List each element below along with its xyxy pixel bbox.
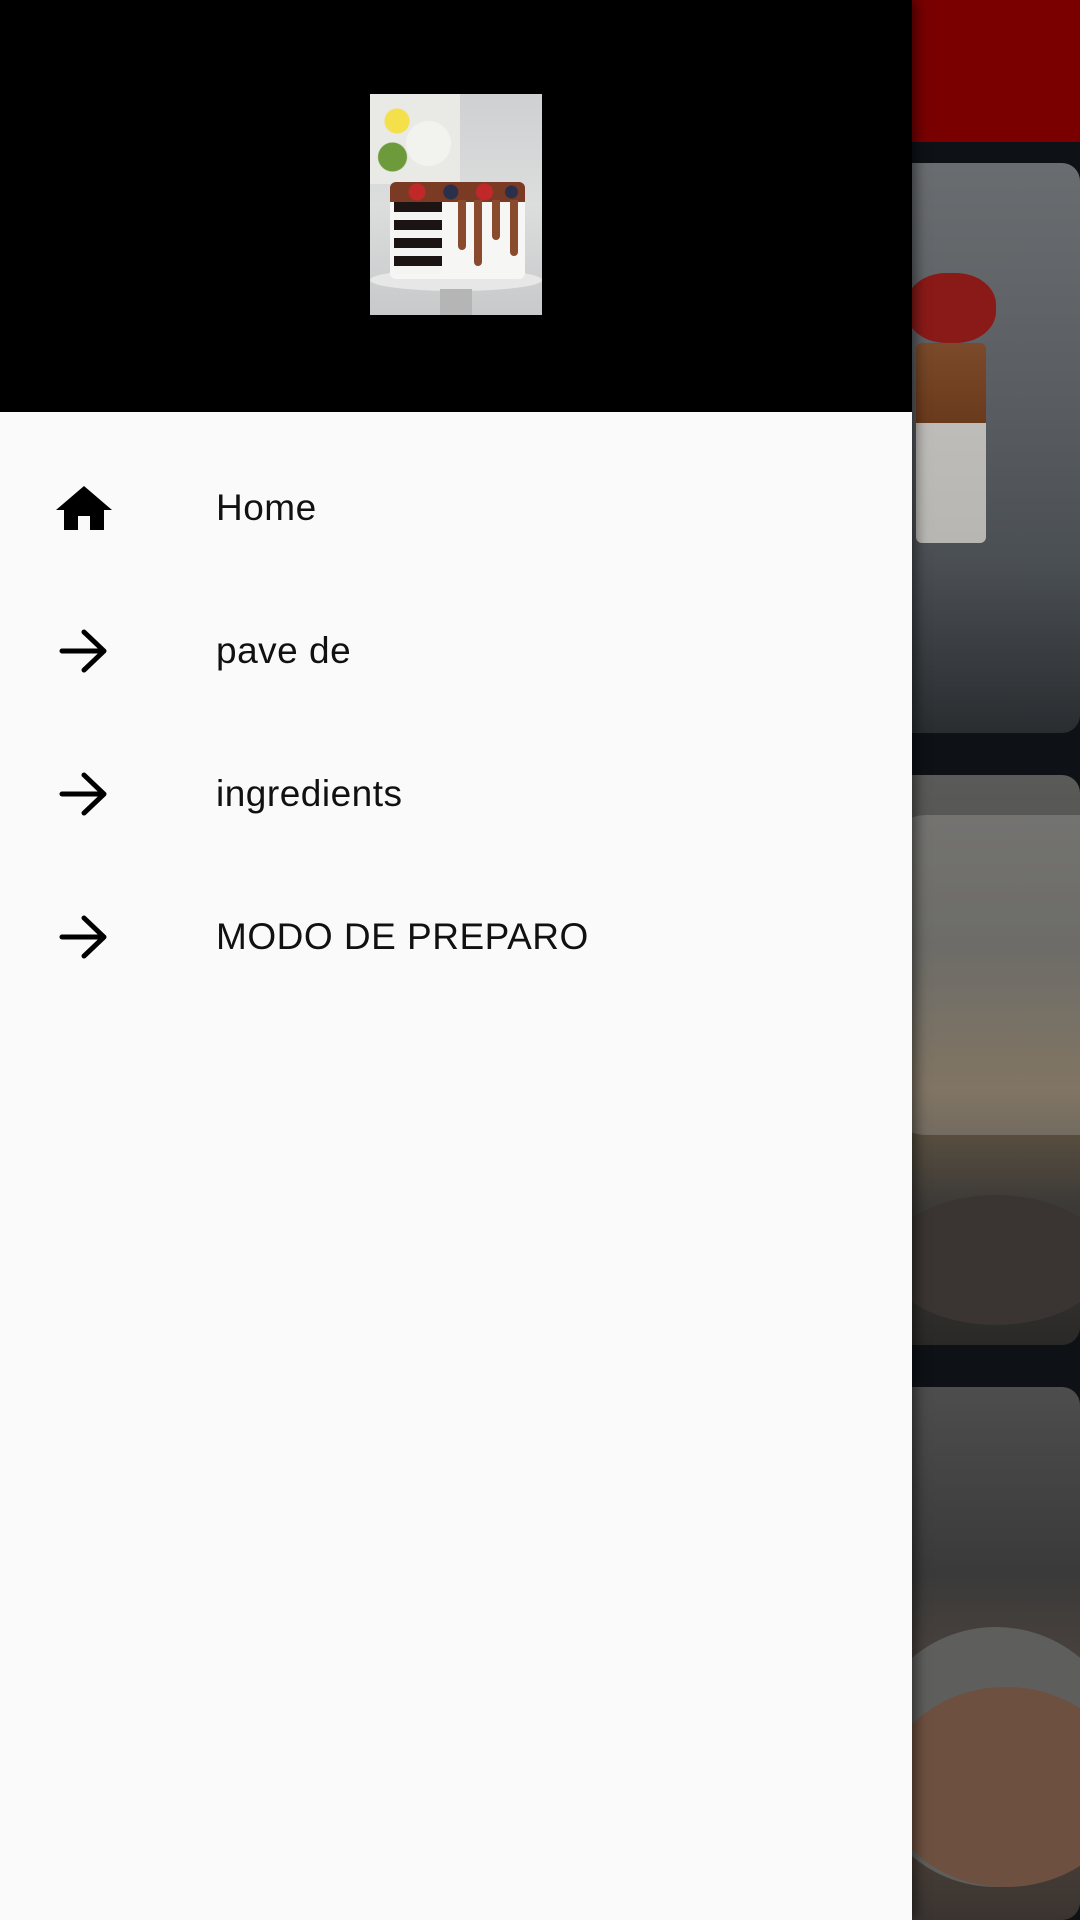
arrow-right-icon	[54, 907, 114, 967]
menu-item-ingredients[interactable]: ingredients	[0, 722, 912, 865]
navigation-drawer: Home pave de ingredients MODO DE PREPARO	[0, 0, 912, 1920]
menu-item-label: pave de	[216, 629, 352, 671]
menu-item-modo-de-preparo[interactable]: MODO DE PREPARO	[0, 865, 912, 1008]
screen: Home pave de ingredients MODO DE PREPARO	[0, 0, 1080, 1920]
drawer-header	[0, 0, 912, 412]
menu-item-label: MODO DE PREPARO	[216, 915, 589, 957]
menu-item-label: ingredients	[216, 772, 403, 814]
menu-item-home[interactable]: Home	[0, 436, 912, 579]
menu-item-pave-de[interactable]: pave de	[0, 579, 912, 722]
menu-item-label: Home	[216, 486, 317, 528]
arrow-right-icon	[54, 764, 114, 824]
home-icon	[54, 478, 114, 538]
arrow-right-icon	[54, 621, 114, 681]
header-cake-image	[370, 94, 542, 315]
drawer-menu: Home pave de ingredients MODO DE PREPARO	[0, 436, 912, 1008]
